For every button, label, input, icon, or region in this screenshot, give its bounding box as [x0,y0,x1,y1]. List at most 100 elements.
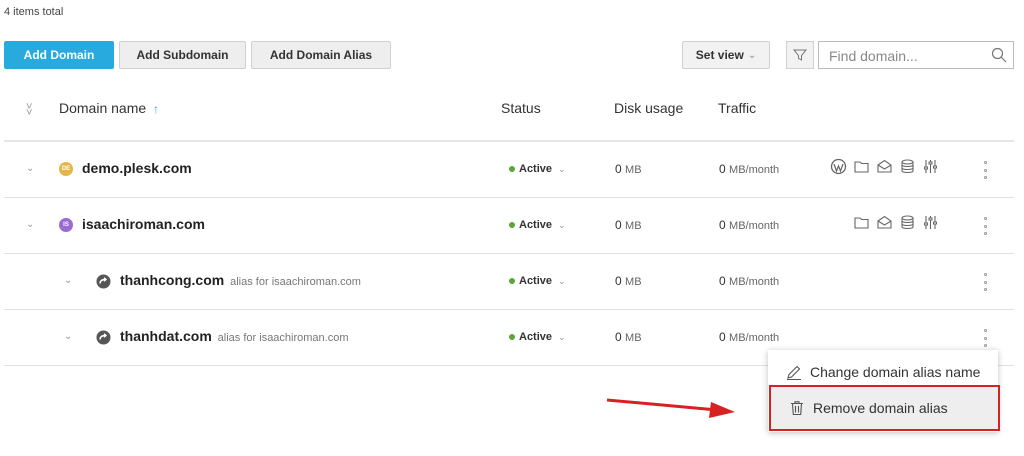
status-dot [509,278,515,284]
status-dot [509,222,515,228]
folder-icon[interactable] [853,214,870,231]
alias-context-menu: Change domain alias name Remove domain a… [768,350,1000,432]
traffic-value: 0 [719,330,726,344]
remove-domain-alias-item[interactable]: Remove domain alias [769,385,1000,431]
expand-chevron-icon[interactable]: ⌄ [64,275,72,286]
add-domain-button[interactable]: Add Domain [4,41,114,69]
domain-name-link[interactable]: demo.plesk.com [82,160,192,176]
chevron-down-icon: ⌄ [558,331,566,342]
traffic: 0 MB/month [719,274,779,288]
status-dropdown[interactable]: Active ⌄ [509,331,566,343]
search-box [818,41,1014,69]
disk-value: 0 [615,162,622,176]
settings-sliders-icon[interactable] [922,158,939,175]
disk-unit: MB [625,276,642,288]
row-actions-menu-icon[interactable] [980,217,990,235]
sort-ascending-icon: ↑ [153,102,160,116]
traffic-unit: MB/month [729,164,780,176]
alias-of-label: alias for isaachiroman.com [230,276,361,288]
traffic-value: 0 [719,162,726,176]
remove-alias-label: Remove domain alias [813,400,948,416]
trash-icon [791,401,803,416]
status-dropdown[interactable]: Active ⌄ [509,163,566,175]
status-dropdown[interactable]: Active ⌄ [509,275,566,287]
search-input[interactable] [827,47,991,65]
status-dot [509,334,515,340]
database-icon[interactable] [899,158,916,175]
column-disk-usage[interactable]: Disk usage [614,100,683,116]
status-dropdown[interactable]: Active ⌄ [509,219,566,231]
domain-row: ⌄ IS isaachiroman.com Active ⌄ 0 MB 0 MB… [4,198,1014,253]
chevron-down-icon: ⌄ [747,49,757,61]
add-domain-alias-button[interactable]: Add Domain Alias [251,41,391,69]
filter-button[interactable] [786,41,814,69]
disk-usage: 0 MB [615,330,642,344]
column-traffic[interactable]: Traffic [718,100,756,116]
search-icon[interactable] [991,47,1007,63]
expand-chevron-icon[interactable]: ⌄ [64,331,72,342]
column-status[interactable]: Status [501,100,541,116]
expand-chevron-icon[interactable]: ⌄ [26,219,34,230]
row-actions-menu-icon[interactable] [980,273,990,291]
annotation-arrow [606,398,735,418]
traffic: 0 MB/month [719,330,779,344]
alias-name-link[interactable]: thanhdat.com alias for isaachiroman.com [120,328,349,344]
expand-chevron-icon[interactable]: ⌄ [26,163,34,174]
quick-actions [853,214,939,231]
folder-icon[interactable] [853,158,870,175]
disk-value: 0 [615,218,622,232]
mail-icon[interactable] [876,158,893,175]
alias-of-label: alias for isaachiroman.com [217,332,349,344]
disk-value: 0 [615,274,622,288]
status-label: Active [519,275,553,287]
pencil-icon [787,365,801,380]
disk-usage: 0 MB [615,162,642,176]
disk-value: 0 [615,330,622,344]
domain-name-link[interactable]: isaachiroman.com [82,216,205,232]
mail-icon[interactable] [876,214,893,231]
chevron-down-icon: ⌄ [558,163,566,174]
alias-name: thanhdat.com [120,328,212,344]
traffic-unit: MB/month [729,332,780,344]
wordpress-icon[interactable] [830,158,847,175]
settings-sliders-icon[interactable] [922,214,939,231]
status-dot [509,166,515,172]
status-label: Active [519,331,553,343]
alias-name-link[interactable]: thanhcong.com alias for isaachiroman.com [120,272,361,288]
traffic: 0 MB/month [719,218,779,232]
set-view-label: Set view [695,48,744,62]
column-domain-name[interactable]: Domain name ↑ [59,100,159,116]
collapse-all-icon[interactable]: ˅ ˅ [26,102,32,119]
alias-name: thanhcong.com [120,272,225,288]
chevron-down-icon: ⌄ [558,275,566,286]
status-label: Active [519,219,553,231]
disk-unit: MB [625,332,642,344]
filter-icon [793,49,807,61]
row-actions-menu-icon[interactable] [980,161,990,179]
chevron-down-icon: ⌄ [558,219,566,230]
domain-favicon: DE [59,162,73,176]
alias-row: ⌄ thanhcong.com alias for isaachiroman.c… [4,254,1014,309]
quick-actions [830,158,939,175]
domain-row: ⌄ DE demo.plesk.com Active ⌄ 0 MB 0 MB/m… [4,142,1014,197]
disk-unit: MB [625,164,642,176]
alias-redirect-icon [96,274,111,289]
row-actions-menu-icon[interactable] [980,329,990,347]
traffic-unit: MB/month [729,220,780,232]
column-domain-label: Domain name [59,100,147,116]
disk-unit: MB [625,220,642,232]
disk-usage: 0 MB [615,274,642,288]
items-count: 4 items total [4,6,64,18]
traffic-unit: MB/month [729,276,780,288]
traffic-value: 0 [719,274,726,288]
database-icon[interactable] [899,214,916,231]
change-alias-label: Change domain alias name [810,364,981,380]
traffic: 0 MB/month [719,162,779,176]
add-subdomain-button[interactable]: Add Subdomain [119,41,246,69]
domain-favicon: IS [59,218,73,232]
status-label: Active [519,163,553,175]
alias-redirect-icon [96,330,111,345]
traffic-value: 0 [719,218,726,232]
disk-usage: 0 MB [615,218,642,232]
set-view-dropdown[interactable]: Set view ⌄ [682,41,770,69]
